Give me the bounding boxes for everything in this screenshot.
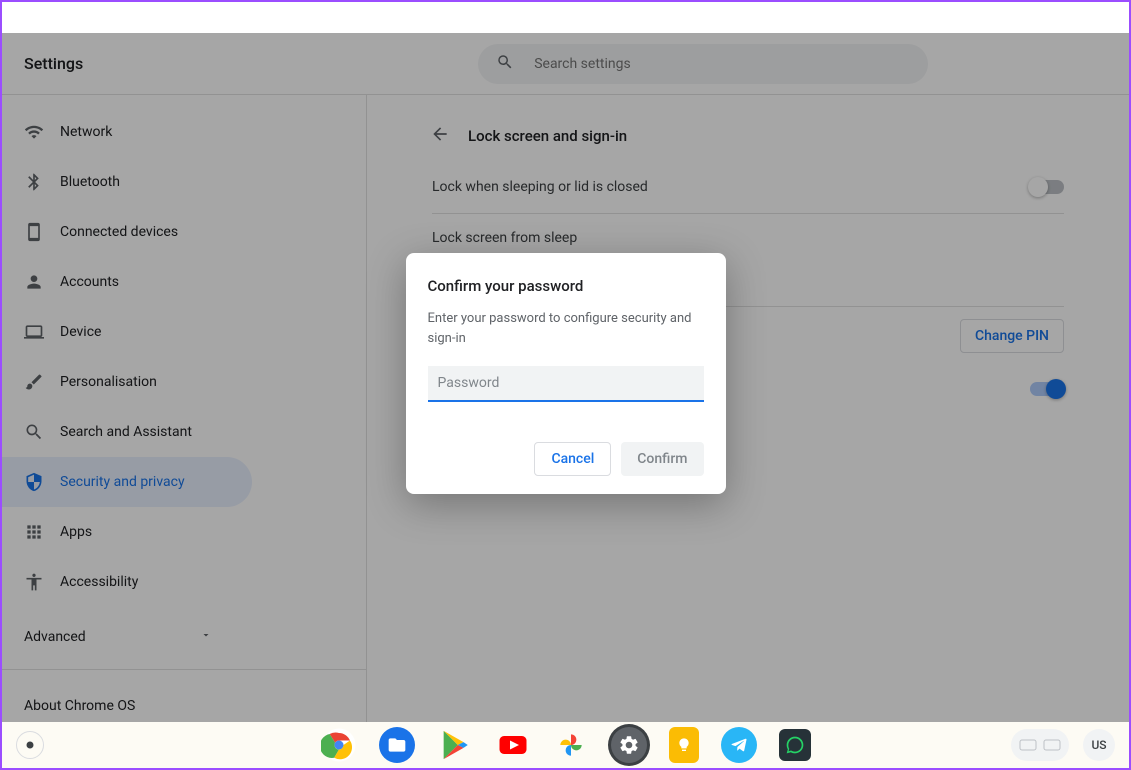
dialog-title: Confirm your password xyxy=(428,277,704,295)
shelf-apps xyxy=(321,727,811,763)
photos-icon[interactable] xyxy=(553,727,589,763)
youtube-icon[interactable] xyxy=(495,727,531,763)
confirm-button[interactable]: Confirm xyxy=(621,442,703,476)
whatsapp-icon[interactable] xyxy=(779,729,811,761)
confirm-password-dialog: Confirm your password Enter your passwor… xyxy=(406,253,726,494)
telegram-icon[interactable] xyxy=(721,727,757,763)
files-icon[interactable] xyxy=(379,727,415,763)
status-tray[interactable] xyxy=(1011,729,1069,761)
password-input[interactable] xyxy=(428,366,704,402)
dialog-description: Enter your password to configure securit… xyxy=(428,309,704,348)
settings-icon[interactable] xyxy=(611,727,647,763)
keep-icon[interactable] xyxy=(669,727,699,763)
chrome-icon[interactable] xyxy=(321,727,357,763)
launcher-button[interactable] xyxy=(16,731,44,759)
modal-overlay: Confirm your password Enter your passwor… xyxy=(2,33,1129,726)
shelf: US xyxy=(2,722,1129,768)
play-store-icon[interactable] xyxy=(437,727,473,763)
cancel-button[interactable]: Cancel xyxy=(534,442,611,476)
ime-indicator[interactable]: US xyxy=(1083,729,1115,761)
settings-app: Settings Network Bluetooth Connected dev… xyxy=(2,33,1129,726)
